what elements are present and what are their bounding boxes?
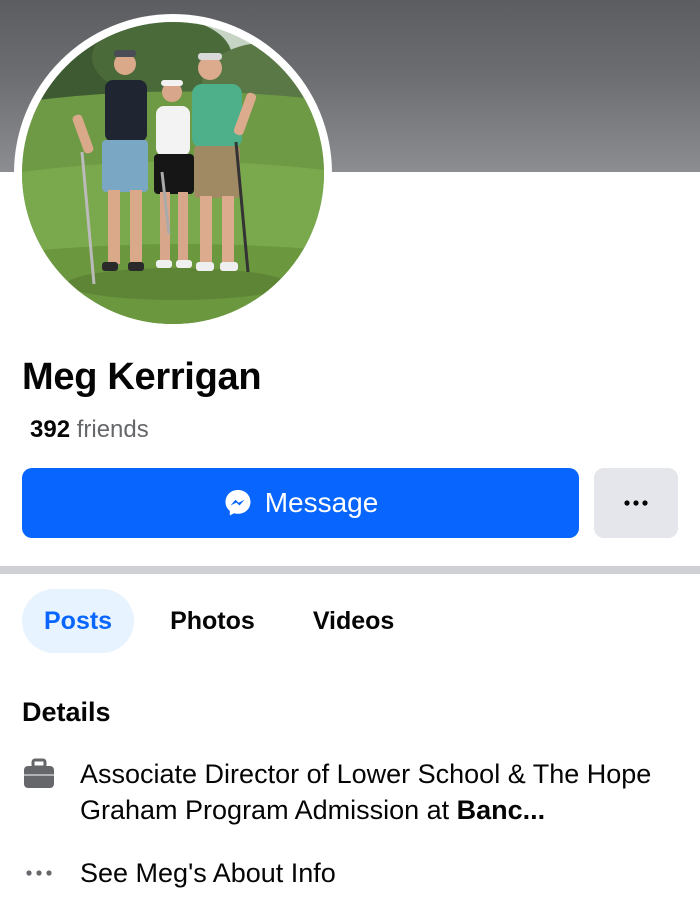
message-label: Message [264,487,379,518]
tab-posts[interactable]: Posts [22,589,135,653]
ellipsis-icon [26,870,52,876]
avatar-photo [22,22,324,324]
friends-number: 392 [30,416,71,443]
avatar[interactable] [22,22,324,324]
profile-name: Meg Kerrigan [22,356,262,398]
work-description: Associate Director of Lower School & The… [80,759,652,825]
see-about-label: See Meg's About Info [80,857,336,888]
more-options-button[interactable] [594,468,678,538]
work-employer[interactable]: Banc... [457,795,546,825]
friends-label: friends [76,416,149,443]
profile-picture[interactable] [14,14,332,332]
section-divider [0,566,700,574]
tab-videos[interactable]: Videos [291,589,417,653]
work-text: Associate Director of Lower School & The… [80,756,680,828]
briefcase-icon [24,758,54,788]
message-button[interactable]: Message [22,468,579,538]
see-about-link[interactable]: See Meg's About Info [22,856,336,890]
details-heading: Details [22,697,111,727]
tab-photos[interactable]: Photos [148,589,277,653]
more-dots-icon [624,500,648,506]
friends-count[interactable]: 392 friends [30,416,149,444]
work-detail: Associate Director of Lower School & The… [22,756,682,828]
profile-tabs: Posts Photos Videos [22,589,416,653]
messenger-icon [225,490,251,516]
